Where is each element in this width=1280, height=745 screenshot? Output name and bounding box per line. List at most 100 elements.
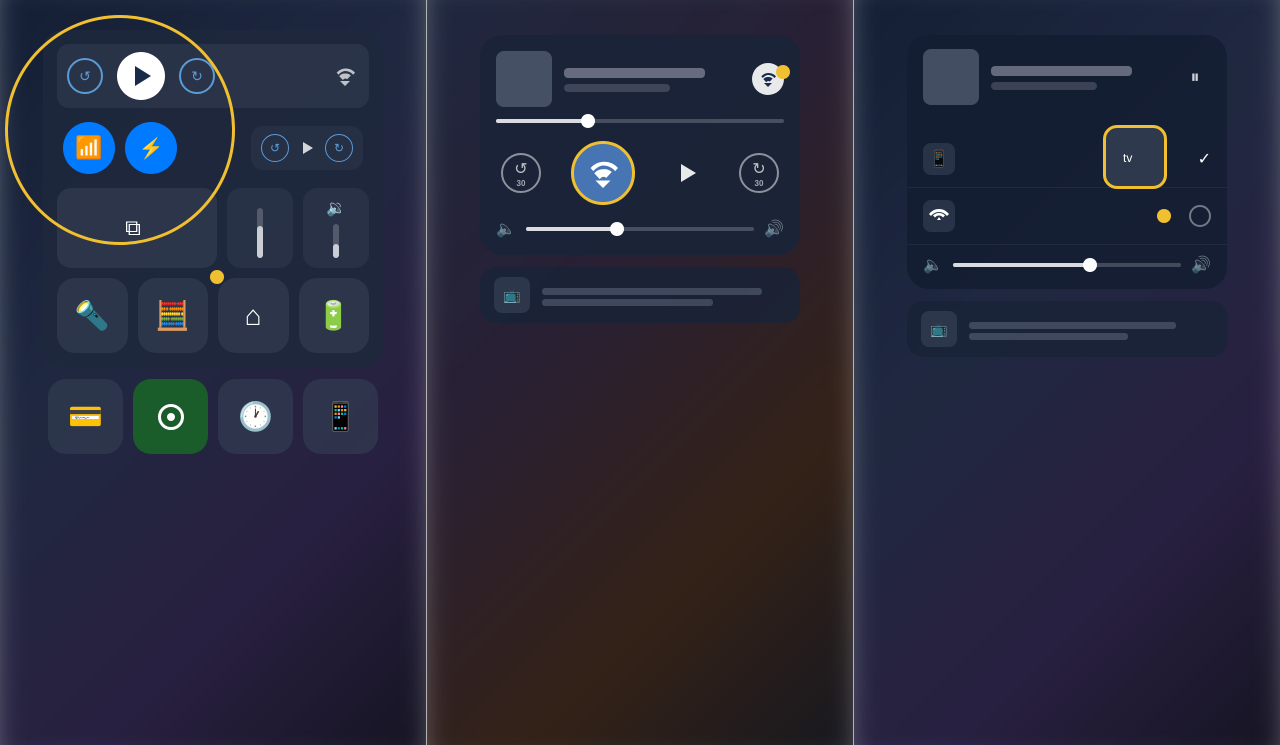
vol-fill bbox=[526, 227, 617, 231]
vol-thumb bbox=[610, 222, 624, 236]
progress-thumb bbox=[581, 114, 595, 128]
track-info-2 bbox=[564, 66, 740, 92]
play-pause-icon: ⏸ bbox=[1191, 67, 1200, 88]
airplay-center-btn[interactable] bbox=[571, 141, 635, 205]
device-living[interactable] bbox=[907, 188, 1227, 245]
bluetooth-toggle[interactable]: ⚡ bbox=[125, 122, 177, 174]
volume-track-2[interactable] bbox=[526, 227, 754, 231]
home-btn[interactable]: ⌂ bbox=[218, 278, 289, 353]
airplay-icon-top[interactable] bbox=[331, 62, 359, 90]
appletv-content-2 bbox=[542, 284, 786, 306]
device-list-header: ⏸ bbox=[907, 35, 1227, 119]
remote-icon: 📱 bbox=[323, 400, 358, 433]
track-title-bar-3 bbox=[991, 66, 1132, 76]
media-controls: ↺ ↻ bbox=[67, 52, 215, 100]
volume-icon: 🔉 bbox=[326, 198, 346, 218]
mini-skip-back[interactable]: ↺ bbox=[261, 134, 289, 162]
play-button[interactable] bbox=[117, 52, 165, 100]
track-title-bar bbox=[564, 68, 705, 78]
mini-skip-forward[interactable]: ↻ bbox=[325, 134, 353, 162]
vol-fill-3 bbox=[953, 263, 1090, 267]
progress-fill bbox=[496, 119, 588, 123]
device-iphone[interactable]: 📱 ✓ bbox=[907, 131, 1227, 188]
bottom-icon-row: 💳 🕐 📱 bbox=[48, 379, 378, 454]
bar-3-1 bbox=[969, 322, 1176, 329]
control-center-card: ↺ ↻ bbox=[43, 30, 383, 367]
bar-2 bbox=[542, 299, 713, 306]
vol-low-3: 🔈 bbox=[923, 255, 943, 275]
brightness-slider[interactable] bbox=[227, 188, 293, 268]
volume-row-2: 🔈 🔊 bbox=[496, 219, 784, 239]
panel-2: ↺ 30 ↻ 30 bbox=[427, 0, 853, 745]
progress-track[interactable] bbox=[496, 119, 784, 123]
battery-icon: 🔋 bbox=[316, 299, 351, 332]
vol-thumb-3 bbox=[1083, 258, 1097, 272]
calculator-icon: 🧮 bbox=[155, 299, 190, 332]
media-card-header-2 bbox=[496, 51, 784, 107]
vol-high-icon: 🔊 bbox=[764, 219, 784, 239]
appletv-bars bbox=[542, 288, 786, 306]
appletv-small-icon bbox=[923, 200, 955, 232]
appletv-icon-2: 📺 bbox=[494, 277, 530, 313]
grid-row-1: ⧉ 🔉 bbox=[57, 188, 369, 268]
clock-btn[interactable]: 🕐 bbox=[218, 379, 293, 454]
device-list-card: ⏸ 📱 ✓ bbox=[907, 35, 1227, 289]
track-info-3 bbox=[991, 64, 1167, 90]
annotation-dot-1 bbox=[210, 270, 224, 284]
wifi-icon: 📶 bbox=[75, 135, 102, 161]
toggle-group: 📶 ⚡ bbox=[63, 122, 177, 174]
camera-icon bbox=[158, 404, 184, 430]
appletv-card-2: 📺 bbox=[480, 267, 800, 323]
appletv-bars-3 bbox=[969, 322, 1213, 340]
track-sub-bar-3 bbox=[991, 82, 1097, 90]
play-pause-btn-3[interactable]: ⏸ bbox=[1179, 61, 1211, 93]
remote-btn[interactable]: 📱 bbox=[303, 379, 378, 454]
checkmark-icon: ✓ bbox=[1198, 149, 1211, 169]
play-btn-2[interactable] bbox=[665, 151, 709, 195]
skip-back-btn[interactable]: ↺ bbox=[67, 58, 103, 94]
appletv-card-3: 📺 bbox=[907, 301, 1227, 357]
calculator-btn[interactable]: 🧮 bbox=[138, 278, 209, 353]
flashlight-icon: 🔦 bbox=[75, 299, 110, 332]
volume-row-3: 🔈 🔊 bbox=[923, 255, 1211, 275]
appletv-icon-3: 📺 bbox=[921, 311, 957, 347]
skip-forward-2[interactable]: ↻ 30 bbox=[739, 153, 779, 193]
album-art-2 bbox=[496, 51, 552, 107]
bar-1 bbox=[542, 288, 762, 295]
album-art-3 bbox=[923, 49, 979, 105]
bluetooth-icon: ⚡ bbox=[139, 136, 164, 161]
media-player-row: ↺ ↻ bbox=[57, 44, 369, 108]
vol-low-icon: 🔈 bbox=[496, 219, 516, 239]
skip-back-2[interactable]: ↺ 30 bbox=[501, 153, 541, 193]
vol-high-3: 🔊 bbox=[1191, 255, 1211, 275]
mini-media: ↺ ↻ bbox=[251, 126, 363, 170]
circle-indicator bbox=[1189, 205, 1211, 227]
iphone-icon: 📱 bbox=[923, 143, 955, 175]
bottom-row: 🔦 🧮 ⌂ 🔋 bbox=[57, 278, 369, 353]
clock-icon: 🕐 bbox=[238, 400, 273, 433]
panel-1: ↺ ↻ bbox=[0, 0, 426, 745]
flashlight-btn[interactable]: 🔦 bbox=[57, 278, 128, 353]
media-controls-row-2: ↺ 30 ↻ 30 bbox=[496, 141, 784, 205]
track-sub-bar bbox=[564, 84, 670, 92]
home-icon: ⌂ bbox=[245, 300, 262, 332]
play-icon-2 bbox=[681, 164, 696, 182]
toggle-row: 📶 ⚡ ↺ ↻ bbox=[57, 122, 369, 174]
mini-play[interactable] bbox=[301, 142, 313, 154]
wallet-icon: 💳 bbox=[68, 400, 103, 433]
volume-slider[interactable]: 🔉 bbox=[303, 188, 369, 268]
annotation-dot-3 bbox=[1157, 209, 1171, 223]
screen-mirroring-icon: ⧉ bbox=[125, 215, 141, 241]
wallet-btn[interactable]: 💳 bbox=[48, 379, 123, 454]
annotation-dot-2 bbox=[776, 65, 790, 79]
camera-btn[interactable] bbox=[133, 379, 208, 454]
skip-forward-btn[interactable]: ↻ bbox=[179, 58, 215, 94]
play-icon bbox=[135, 66, 151, 86]
wifi-toggle[interactable]: 📶 bbox=[63, 122, 115, 174]
appletv-logo-annotation: tv bbox=[1103, 125, 1167, 189]
battery-btn[interactable]: 🔋 bbox=[299, 278, 370, 353]
volume-track-3[interactable] bbox=[953, 263, 1181, 267]
svg-text:tv: tv bbox=[1123, 151, 1132, 165]
screen-mirroring-btn[interactable]: ⧉ bbox=[57, 188, 217, 268]
panel-3: ⏸ 📱 ✓ bbox=[854, 0, 1280, 745]
